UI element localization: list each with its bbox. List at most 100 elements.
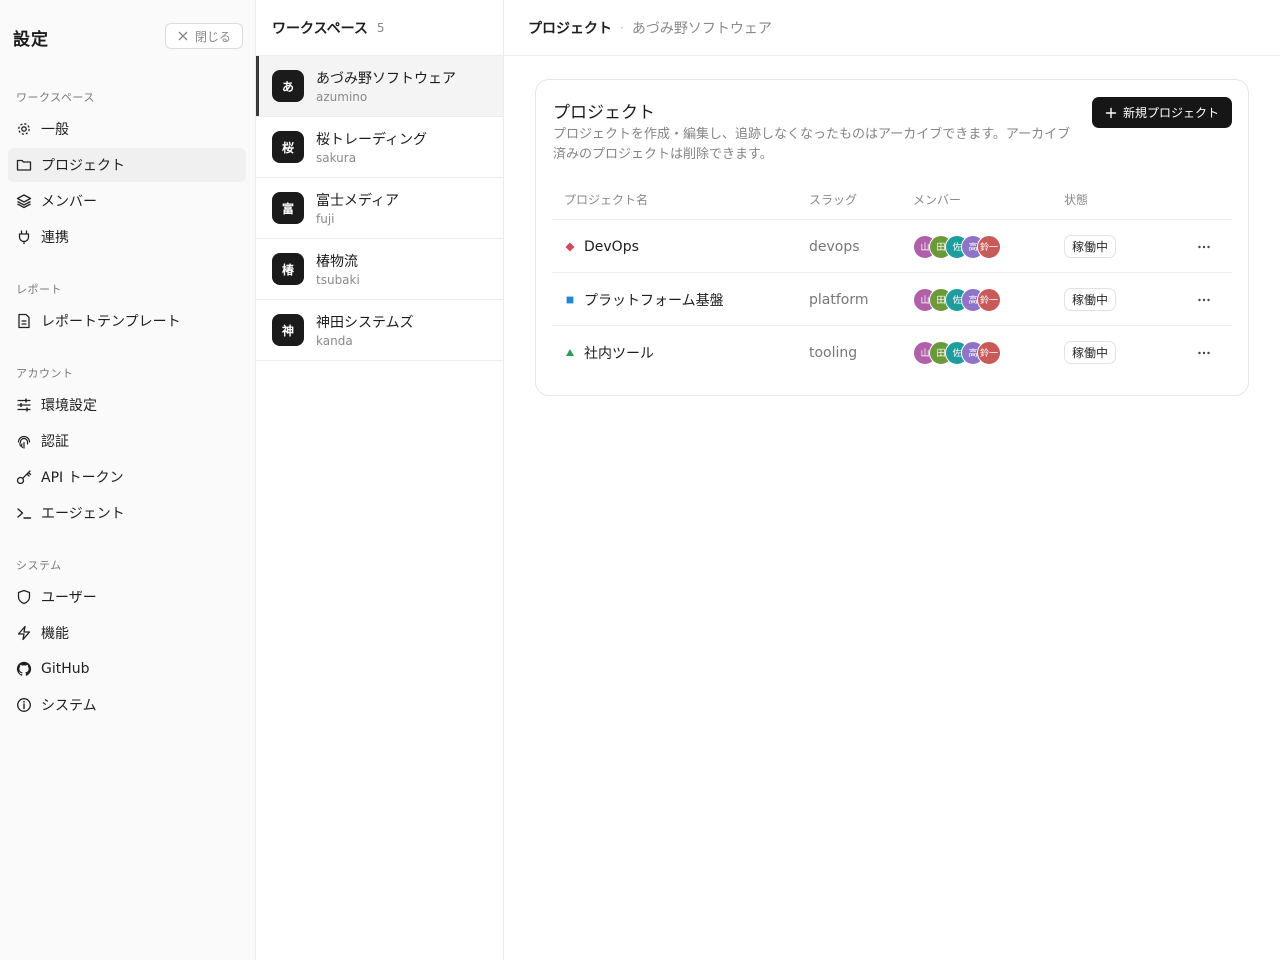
member-avatars: 山 田 佐 高 鈴一 <box>913 340 1001 365</box>
table-row[interactable]: DevOps devops 山 田 佐 高 鈴一 稼働中 <box>552 220 1232 273</box>
status-badge: 稼働中 <box>1064 341 1117 364</box>
sidebar-item-label: システム <box>41 698 97 714</box>
status-badge: 稼働中 <box>1064 288 1117 311</box>
folder-icon <box>16 159 32 171</box>
workspace-item[interactable]: 椿 椿物流 tsubaki <box>256 239 503 300</box>
workspace-name: 神田システムズ <box>316 315 414 331</box>
sidebar-item-github[interactable]: GitHub <box>8 652 246 686</box>
breadcrumb-workspace[interactable]: あづみ野ソフトウェア <box>632 18 772 38</box>
sidebar-item-authentication[interactable]: 認証 <box>8 424 246 458</box>
main-panel: プロジェクト · あづみ野ソフトウェア プロジェクト プロジェクトを作成・編集し… <box>504 0 1280 960</box>
workspace-item[interactable]: 富 富士メディア fuji <box>256 178 503 239</box>
avatar: 鈴一 <box>977 340 1001 365</box>
fingerprint-icon <box>17 435 31 449</box>
sidebar-item-features[interactable]: 機能 <box>8 616 246 650</box>
sidebar-item-label: プロジェクト <box>41 158 125 174</box>
table-row[interactable]: 社内ツール tooling 山 田 佐 高 鈴一 稼働中 <box>552 326 1232 379</box>
column-header-name: プロジェクト名 <box>564 193 649 207</box>
member-avatars: 山 田 佐 高 鈴一 <box>913 234 1001 259</box>
sidebar-item-users[interactable]: ユーザー <box>8 580 246 614</box>
more-horizontal-icon <box>1198 298 1210 301</box>
row-actions-button[interactable] <box>1193 289 1215 311</box>
workspace-badge: 神 <box>272 314 304 346</box>
close-button-label: 閉じる <box>194 29 231 44</box>
sidebar-item-label: エージェント <box>41 506 125 522</box>
plus-icon <box>1105 107 1117 118</box>
project-name: プラットフォーム基盤 <box>584 292 724 309</box>
sidebar-item-api-tokens[interactable]: API トークン <box>8 460 246 494</box>
sidebar-item-label: 機能 <box>41 626 69 642</box>
more-horizontal-icon <box>1198 351 1210 354</box>
sliders-icon <box>17 398 31 412</box>
table-row[interactable]: プラットフォーム基盤 platform 山 田 佐 高 鈴一 稼働中 <box>552 273 1232 326</box>
info-icon <box>17 698 31 712</box>
member-avatars: 山 田 佐 高 鈴一 <box>913 287 1001 312</box>
workspace-badge: 椿 <box>272 253 304 285</box>
sidebar-item-label: ユーザー <box>41 590 97 606</box>
workspace-slug: fuji <box>316 212 335 226</box>
sidebar-item-label: 一般 <box>41 122 69 138</box>
shield-icon <box>17 589 31 605</box>
sidebar-item-label: 連携 <box>41 230 69 246</box>
sidebar-item-report-templates[interactable]: レポートテンプレート <box>8 304 246 338</box>
sidebar-item-projects[interactable]: プロジェクト <box>8 148 246 182</box>
project-slug: tooling <box>809 344 858 361</box>
new-project-button[interactable]: 新規プロジェクト <box>1092 97 1232 128</box>
terminal-icon <box>17 508 32 519</box>
sidebar-item-system[interactable]: システム <box>8 688 246 722</box>
sidebar-item-label: API トークン <box>41 470 124 486</box>
workspace-item[interactable]: 桜 桜トレーディング sakura <box>256 117 503 178</box>
column-header-slug: スラッグ <box>809 193 858 207</box>
workspace-slug: azumino <box>316 90 368 104</box>
projects-card: プロジェクト プロジェクトを作成・編集し、追跡しなくなったものはアーカイブできま… <box>535 79 1249 396</box>
workspace-name: 桜トレーディング <box>316 132 428 148</box>
close-button[interactable]: 閉じる <box>165 23 243 49</box>
workspace-item[interactable]: 神 神田システムズ kanda <box>256 300 503 361</box>
project-name: 社内ツール <box>584 345 654 362</box>
sidebar-item-agents[interactable]: エージェント <box>8 496 246 530</box>
sidebar-item-label: 認証 <box>41 434 69 450</box>
sidebar-item-preferences[interactable]: 環境設定 <box>8 388 246 422</box>
workspace-badge: あ <box>272 70 304 102</box>
breadcrumb-current: プロジェクト <box>528 20 612 37</box>
workspace-slug: tsubaki <box>316 273 360 287</box>
sidebar-item-label: レポートテンプレート <box>41 314 181 330</box>
card-title: プロジェクト <box>553 103 655 123</box>
workspace-item[interactable]: あ あづみ野ソフトウェア azumino <box>256 56 503 117</box>
settings-title: 設定 <box>13 30 49 50</box>
triangle-icon <box>566 349 574 356</box>
zap-icon <box>17 625 31 641</box>
breadcrumb: プロジェクト · あづみ野ソフトウェア <box>504 0 1280 56</box>
table-header: プロジェクト名 スラッグ メンバー 状態 <box>552 181 1232 220</box>
plug-icon <box>18 230 30 244</box>
layers-icon <box>16 194 32 209</box>
sidebar-item-label: 環境設定 <box>41 398 97 414</box>
section-label-account: アカウント <box>16 367 74 380</box>
column-header-members: メンバー <box>913 193 962 207</box>
more-horizontal-icon <box>1198 245 1210 248</box>
section-label-system: システム <box>16 559 62 572</box>
project-slug: devops <box>809 238 860 255</box>
workspace-list-header: ワークスペース 5 <box>256 0 503 56</box>
sidebar-item-label: メンバー <box>41 194 97 210</box>
row-actions-button[interactable] <box>1193 342 1215 364</box>
gear-icon <box>18 123 30 135</box>
breadcrumb-separator: · <box>620 20 624 35</box>
column-header-status: 状態 <box>1064 193 1089 207</box>
row-actions-button[interactable] <box>1193 236 1215 258</box>
workspace-name: 椿物流 <box>316 254 358 270</box>
settings-sidebar: 設定 閉じる ワークスペース 一般 プロジェクト メンバー 連携 レポート レポ… <box>0 0 256 960</box>
workspace-count: 5 <box>376 20 385 35</box>
diamond-icon <box>565 241 575 252</box>
workspace-list-title: ワークスペース <box>272 20 368 37</box>
key-icon <box>16 470 32 485</box>
section-label-reports: レポート <box>16 283 62 296</box>
workspace-slug: kanda <box>316 334 353 348</box>
sidebar-item-label: GitHub <box>41 661 90 677</box>
sidebar-item-integrations[interactable]: 連携 <box>8 220 246 254</box>
new-project-button-label: 新規プロジェクト <box>1122 106 1219 120</box>
document-icon <box>18 313 30 329</box>
sidebar-item-members[interactable]: メンバー <box>8 184 246 218</box>
avatar: 鈴一 <box>977 287 1001 312</box>
sidebar-item-general[interactable]: 一般 <box>8 112 246 146</box>
